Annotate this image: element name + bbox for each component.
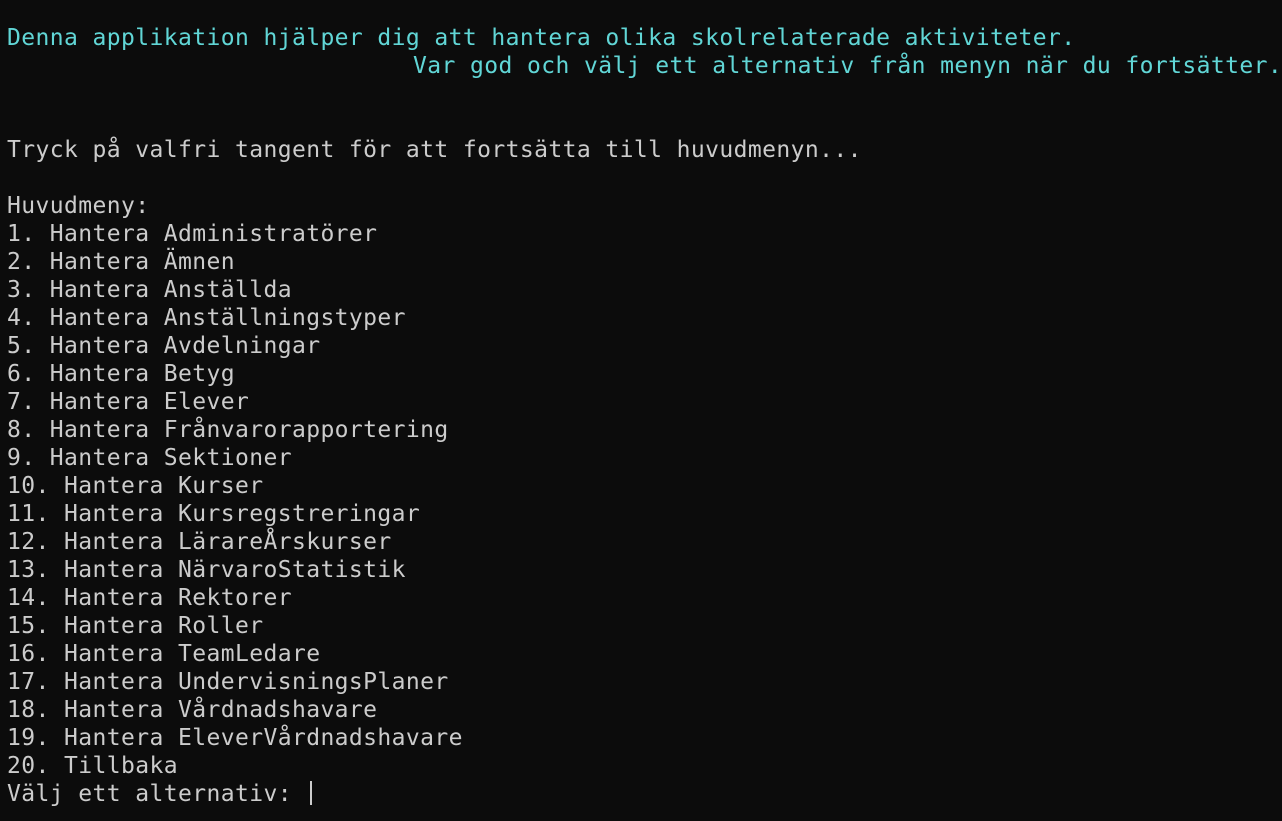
menu-item: 15. Hantera Roller xyxy=(7,613,264,639)
continue-prompt: Tryck på valfri tangent för att fortsätt… xyxy=(7,137,862,163)
menu-item: 18. Hantera Vårdnadshavare xyxy=(7,697,378,723)
menu-item: 8. Hantera Frånvarorapportering xyxy=(7,417,449,443)
menu-item: 17. Hantera UndervisningsPlaner xyxy=(7,669,449,695)
menu-item: 3. Hantera Anställda xyxy=(7,277,292,303)
input-line[interactable]: Välj ett alternativ: xyxy=(7,780,1282,808)
menu-title: Huvudmeny: xyxy=(7,193,150,219)
menu-item: 16. Hantera TeamLedare xyxy=(7,641,321,667)
menu-item: 12. Hantera LärareÅrskurser xyxy=(7,529,392,555)
menu-item: 19. Hantera EleverVårdnadshavare xyxy=(7,725,463,751)
input-prompt: Välj ett alternativ: xyxy=(7,781,307,807)
menu-item: 20. Tillbaka xyxy=(7,753,178,779)
text-cursor[interactable] xyxy=(310,781,313,805)
menu-item: 6. Hantera Betyg xyxy=(7,361,235,387)
intro-line-1: Denna applikation hjälper dig att hanter… xyxy=(7,25,1076,51)
menu-item: 13. Hantera NärvaroStatistik xyxy=(7,557,406,583)
menu-item: 4. Hantera Anställningstyper xyxy=(7,305,406,331)
menu-item: 9. Hantera Sektioner xyxy=(7,445,292,471)
menu-list: 1. Hantera Administratörer 2. Hantera Äm… xyxy=(7,220,1282,780)
menu-item: 1. Hantera Administratörer xyxy=(7,221,378,247)
intro-line-2: Var god och välj ett alternativ från men… xyxy=(413,53,1282,79)
terminal-window[interactable]: Denna applikation hjälper dig att hanter… xyxy=(0,0,1282,821)
menu-item: 11. Hantera Kursregstreringar xyxy=(7,501,421,527)
menu-item: 7. Hantera Elever xyxy=(7,389,250,415)
menu-item: 10. Hantera Kurser xyxy=(7,473,264,499)
menu-item: 2. Hantera Ämnen xyxy=(7,249,235,275)
menu-item: 14. Hantera Rektorer xyxy=(7,585,292,611)
menu-item: 5. Hantera Avdelningar xyxy=(7,333,321,359)
